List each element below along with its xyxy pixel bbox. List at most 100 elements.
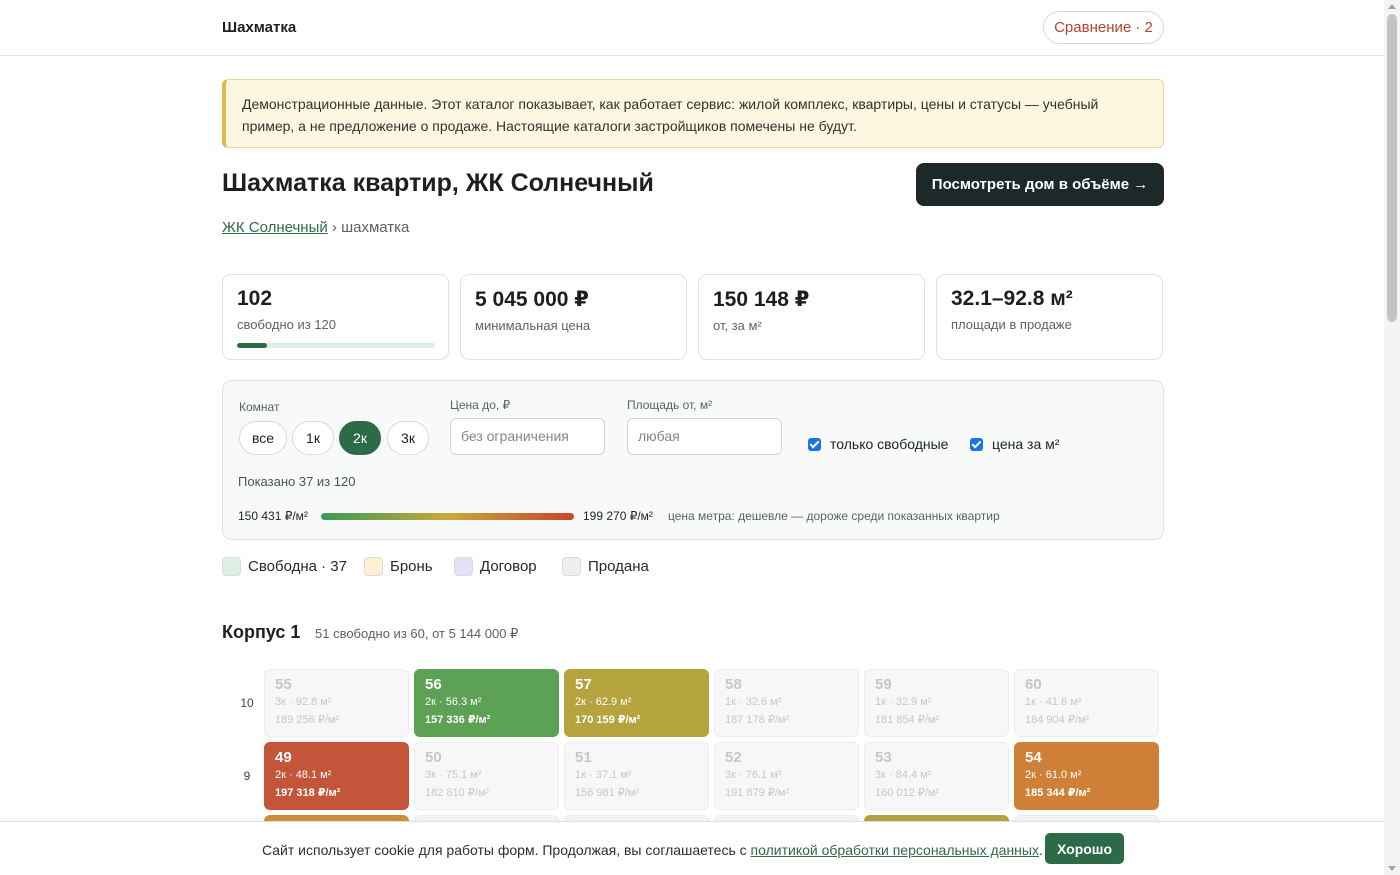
brand-logo[interactable]: Шахматка bbox=[222, 19, 296, 36]
apartment-number: 57 bbox=[575, 676, 592, 693]
apartment-cell[interactable]: 56 2к · 56.3 м² 157 336 ₽/м² bbox=[414, 669, 559, 737]
apartment-price-per-meter: 182 810 ₽/м² bbox=[425, 787, 490, 799]
apartment-details: 2к · 48.1 м² bbox=[275, 769, 332, 781]
apartment-details: 3к · 84.4 м² bbox=[875, 769, 932, 781]
apartment-cell[interactable]: 52 3к · 76.1 м² 191 879 ₽/м² bbox=[714, 742, 859, 810]
apartment-number: 49 bbox=[275, 749, 292, 766]
floor-label: 9 bbox=[243, 769, 251, 783]
page-title: Шахматка квартир, ЖК Солнечный bbox=[222, 169, 654, 197]
stat-card-free: 102 свободно из 120 bbox=[222, 274, 449, 360]
gradient-min-label: 150 431 ₽/м² bbox=[238, 509, 308, 523]
apartment-cell[interactable]: 53 3к · 84.4 м² 160 012 ₽/м² bbox=[864, 742, 1009, 810]
rooms-label: Комнат bbox=[239, 400, 280, 414]
apartment-number: 52 bbox=[725, 749, 742, 766]
apartment-cell[interactable]: 51 1к · 37.1 м² 156 981 ₽/м² bbox=[564, 742, 709, 810]
legend-swatch bbox=[222, 557, 241, 576]
apartment-cell[interactable]: 58 1к · 32.6 м² 187 178 ₽/м² bbox=[714, 669, 859, 737]
apartment-details: 1к · 32.9 м² bbox=[875, 696, 932, 708]
cookie-text: Сайт использует cookie для работы форм. … bbox=[262, 842, 1043, 858]
compare-button[interactable]: Сравнение · 2 bbox=[1043, 11, 1164, 44]
page-scrollbar[interactable] bbox=[1384, 0, 1400, 875]
apartment-cell[interactable]: 57 2к · 62.9 м² 170 159 ₽/м² bbox=[564, 669, 709, 737]
apartment-details: 2к · 62.9 м² bbox=[575, 696, 632, 708]
floor-label: 10 bbox=[240, 696, 254, 710]
price-label: Цена до, ₽ bbox=[450, 398, 511, 412]
area-min-input[interactable]: любая bbox=[627, 418, 782, 455]
only-free-checkbox[interactable]: только свободные bbox=[808, 436, 948, 452]
building-title: Корпус 1 bbox=[222, 622, 301, 642]
legend-swatch bbox=[454, 557, 473, 576]
area-label: Площадь от, м² bbox=[627, 398, 713, 412]
breadcrumb-link-complex[interactable]: ЖК Солнечный bbox=[222, 219, 328, 236]
apartment-number: 50 bbox=[425, 749, 442, 766]
apartment-details: 2к · 61.0 м² bbox=[1025, 769, 1082, 781]
price-per-meter-checkbox[interactable]: цена за м² bbox=[970, 436, 1059, 452]
stat-label: площади в продаже bbox=[951, 317, 1072, 332]
stat-card-min-price: 5 045 000 ₽ минимальная цена bbox=[460, 274, 687, 360]
legend-label: Продана bbox=[588, 558, 649, 575]
apartment-price-per-meter: 189 256 ₽/м² bbox=[275, 714, 340, 726]
privacy-policy-link[interactable]: политикой обработки персональных данных bbox=[751, 842, 1039, 858]
apartment-price-per-meter: 191 879 ₽/м² bbox=[725, 787, 790, 799]
apartment-details: 3к · 75.1 м² bbox=[425, 769, 482, 781]
free-progress-bar bbox=[237, 343, 435, 348]
price-max-input[interactable]: без ограничения bbox=[450, 418, 605, 455]
rooms-chip-3k[interactable]: 3к bbox=[387, 421, 429, 455]
stat-card-ppm: 150 148 ₽ от, за м² bbox=[698, 274, 925, 360]
apartment-number: 56 bbox=[425, 676, 442, 693]
apartment-details: 1к · 41.8 м² bbox=[1025, 696, 1082, 708]
view-3d-button[interactable]: Посмотреть дом в объёме → bbox=[916, 163, 1164, 206]
legend-swatch bbox=[364, 557, 383, 576]
cookie-accept-button[interactable]: Хорошо bbox=[1045, 833, 1124, 864]
apartment-details: 1к · 32.6 м² bbox=[725, 696, 782, 708]
apartment-number: 58 bbox=[725, 676, 742, 693]
gradient-caption: цена метра: дешевле — дороже среди показ… bbox=[668, 509, 1000, 523]
apartment-price-per-meter: 197 318 ₽/м² bbox=[275, 787, 341, 799]
breadcrumb-current: шахматка bbox=[341, 219, 410, 236]
apartment-details: 3к · 76.1 м² bbox=[725, 769, 782, 781]
stat-label: минимальная цена bbox=[475, 318, 591, 333]
legend-label: Свободна · 37 bbox=[248, 558, 347, 575]
rooms-chip-2k[interactable]: 2к bbox=[339, 421, 381, 455]
legend-swatch bbox=[562, 557, 581, 576]
shown-count: Показано 37 из 120 bbox=[238, 474, 356, 489]
apartment-price-per-meter: 185 344 ₽/м² bbox=[1025, 787, 1091, 799]
rooms-chip-all[interactable]: все bbox=[239, 421, 287, 455]
apartment-details: 1к · 37.1 м² bbox=[575, 769, 632, 781]
apartment-details: 2к · 56.3 м² bbox=[425, 696, 482, 708]
apartment-cell[interactable]: 55 3к · 92.8 м² 189 256 ₽/м² bbox=[264, 669, 409, 737]
checkbox-checked-icon[interactable] bbox=[970, 437, 983, 451]
stat-value: 102 bbox=[237, 287, 273, 310]
apartment-cell[interactable]: 54 2к · 61.0 м² 185 344 ₽/м² bbox=[1014, 742, 1159, 810]
scroll-thumb[interactable] bbox=[1387, 14, 1397, 322]
apartment-cell[interactable]: 60 1к · 41.8 м² 184 904 ₽/м² bbox=[1014, 669, 1159, 737]
apartment-number: 60 bbox=[1025, 676, 1042, 693]
apartment-cell[interactable]: 49 2к · 48.1 м² 197 318 ₽/м² bbox=[264, 742, 409, 810]
stat-card-area: 32.1–92.8 м² площади в продаже bbox=[936, 274, 1163, 360]
breadcrumb: ЖК Солнечный › шахматка bbox=[222, 219, 409, 236]
cookie-banner: Сайт использует cookie для работы форм. … bbox=[0, 821, 1384, 875]
apartment-price-per-meter: 160 012 ₽/м² bbox=[875, 787, 940, 799]
breadcrumb-separator: › bbox=[327, 219, 342, 236]
apartment-price-per-meter: 181 854 ₽/м² bbox=[875, 714, 940, 726]
gradient-max-label: 199 270 ₽/м² bbox=[583, 509, 653, 523]
legend-contract: Договор bbox=[454, 557, 537, 576]
building-subtitle: 51 свободно из 60, от 5 144 000 ₽ bbox=[315, 626, 519, 641]
stat-label: свободно из 120 bbox=[237, 317, 337, 332]
apartment-number: 53 bbox=[875, 749, 892, 766]
apartment-price-per-meter: 170 159 ₽/м² bbox=[575, 714, 641, 726]
apartment-number: 54 bbox=[1025, 749, 1042, 766]
apartment-number: 55 bbox=[275, 676, 292, 693]
top-bar: Шахматка Сравнение · 2 bbox=[0, 0, 1384, 56]
scroll-up-arrow-icon[interactable] bbox=[1388, 4, 1396, 9]
legend-reserved: Бронь bbox=[364, 557, 433, 576]
only-free-label: только свободные bbox=[830, 436, 949, 452]
apartment-cell[interactable]: 50 3к · 75.1 м² 182 810 ₽/м² bbox=[414, 742, 559, 810]
apartment-cell[interactable]: 59 1к · 32.9 м² 181 854 ₽/м² bbox=[864, 669, 1009, 737]
scroll-down-arrow-icon[interactable] bbox=[1388, 866, 1396, 871]
rooms-chip-1k[interactable]: 1к bbox=[292, 421, 334, 455]
cookie-text-before: Сайт использует cookie для работы форм. … bbox=[262, 842, 751, 858]
checkbox-checked-icon[interactable] bbox=[808, 437, 821, 451]
legend-free: Свободна · 37 bbox=[222, 557, 347, 576]
stat-value: 32.1–92.8 м² bbox=[951, 287, 1073, 310]
